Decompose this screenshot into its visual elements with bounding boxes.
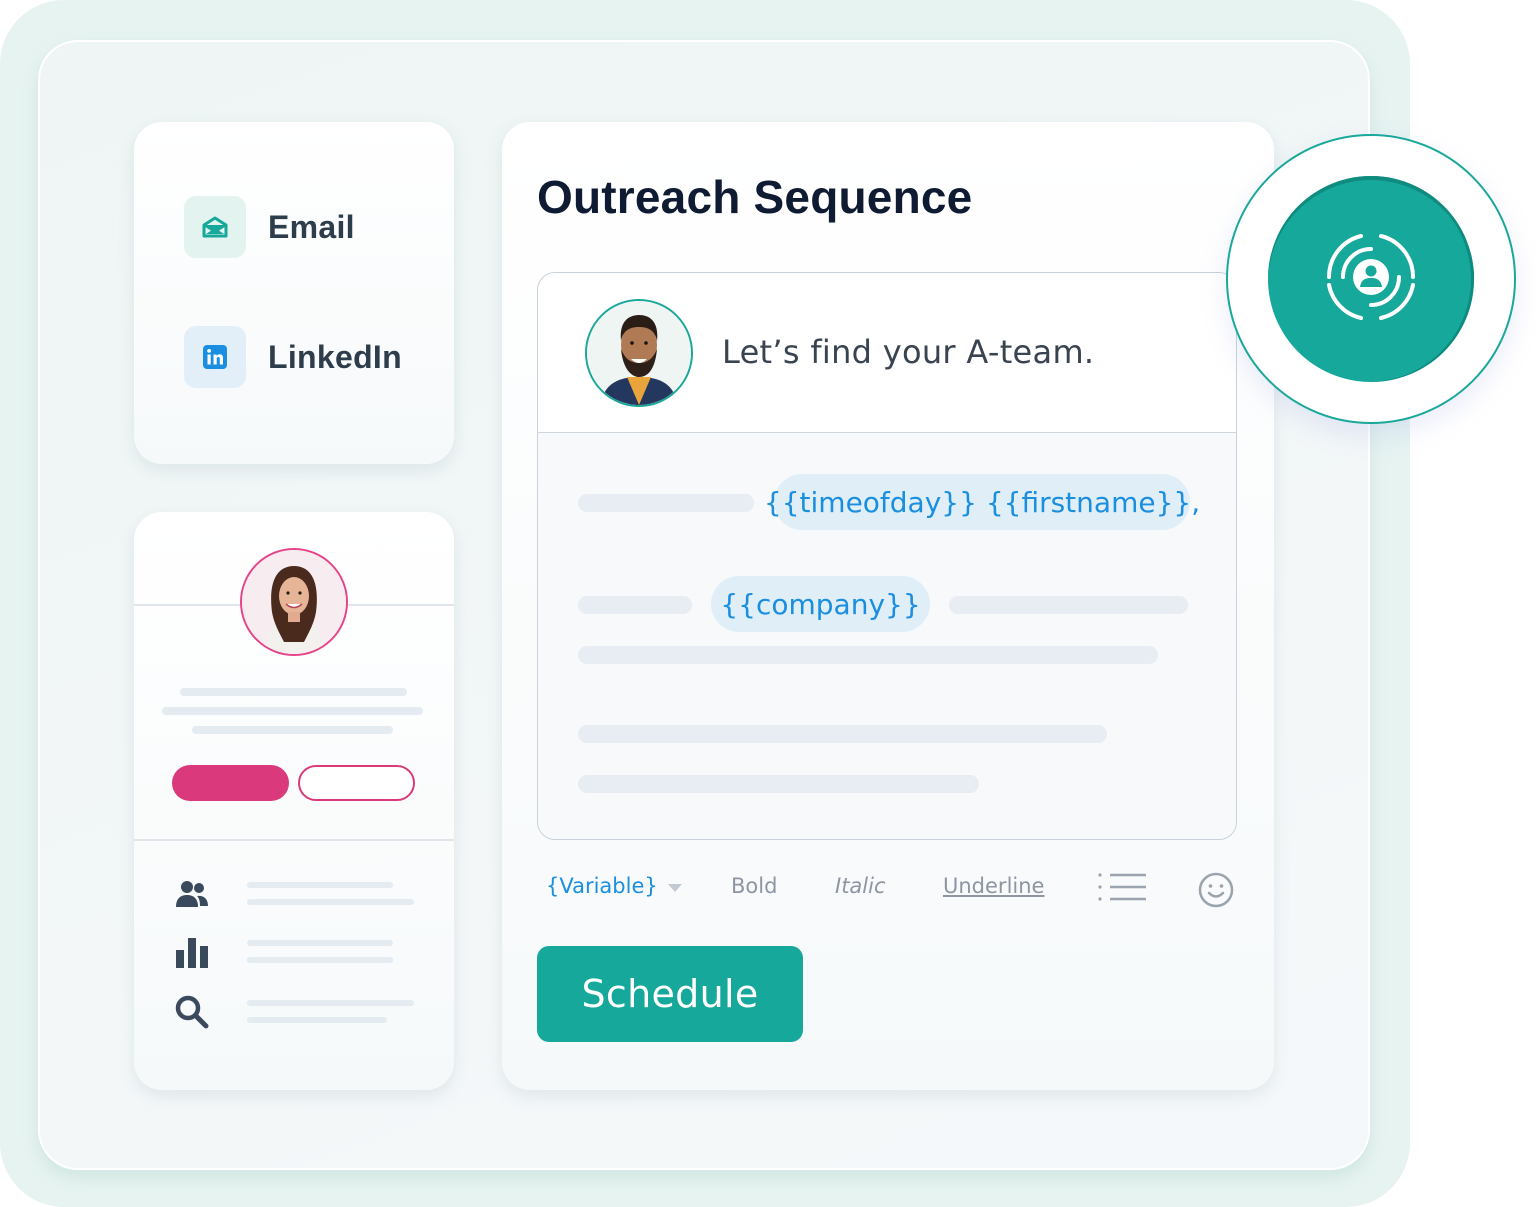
chevron-down-icon bbox=[667, 874, 682, 898]
italic-button[interactable]: Italic bbox=[835, 874, 886, 898]
text-placeholder bbox=[578, 775, 979, 793]
outreach-sequence-card: Outreach Sequence Let’s find your A-team… bbox=[502, 122, 1274, 1090]
message-editor[interactable]: Let’s find your A-team. {{timeofday}} {{… bbox=[537, 272, 1237, 840]
profile-divider-bottom bbox=[134, 839, 454, 841]
variable-chip-company[interactable]: {{company}} bbox=[711, 576, 930, 632]
schedule-button[interactable]: Schedule bbox=[537, 946, 803, 1042]
channel-email[interactable]: Email bbox=[184, 196, 355, 258]
bold-button[interactable]: Bold bbox=[731, 874, 777, 898]
variable-dropdown[interactable]: {Variable} bbox=[546, 874, 682, 898]
profile-company-placeholder bbox=[192, 726, 393, 734]
channels-card: Email LinkedIn bbox=[134, 122, 454, 464]
profile-name-placeholder bbox=[180, 688, 407, 696]
linkedin-icon bbox=[184, 326, 246, 388]
profile-card bbox=[134, 512, 454, 1090]
channel-email-label: Email bbox=[268, 208, 355, 245]
underline-button[interactable]: Underline bbox=[943, 874, 1044, 898]
people-icon bbox=[174, 876, 210, 912]
badge-core bbox=[1268, 176, 1474, 382]
variable-chip-greeting[interactable]: {{timeofday}} {{firstname}}, bbox=[764, 474, 1200, 530]
text-placeholder bbox=[949, 596, 1188, 614]
ai-badge bbox=[1226, 134, 1516, 424]
bar-chart-icon bbox=[174, 934, 210, 970]
profile-title-placeholder bbox=[162, 707, 423, 715]
channel-linkedin[interactable]: LinkedIn bbox=[184, 326, 402, 388]
chart-stat-detail-placeholder bbox=[247, 957, 393, 963]
message-greeting: Let’s find your A-team. bbox=[722, 333, 1095, 371]
list-icon[interactable] bbox=[1098, 872, 1146, 907]
text-placeholder bbox=[578, 596, 692, 614]
page-title: Outreach Sequence bbox=[537, 171, 973, 223]
woman-avatar bbox=[240, 548, 348, 656]
people-stat-placeholder bbox=[247, 882, 393, 888]
emoji-icon[interactable] bbox=[1198, 872, 1234, 913]
variable-dropdown-label: {Variable} bbox=[546, 874, 658, 898]
text-placeholder bbox=[578, 646, 1158, 664]
text-placeholder bbox=[578, 494, 754, 512]
people-stat-detail-placeholder bbox=[247, 899, 414, 905]
profile-primary-button[interactable] bbox=[172, 765, 289, 801]
message-body[interactable]: {{timeofday}} {{firstname}}, {{company}} bbox=[538, 433, 1236, 839]
search-stat-placeholder bbox=[247, 1000, 414, 1006]
search-stat-detail-placeholder bbox=[247, 1017, 387, 1023]
text-placeholder bbox=[578, 725, 1107, 743]
channel-linkedin-label: LinkedIn bbox=[268, 338, 402, 375]
profile-secondary-button[interactable] bbox=[298, 765, 415, 801]
target-user-icon bbox=[1309, 215, 1433, 344]
search-icon bbox=[174, 994, 210, 1030]
man-avatar bbox=[585, 299, 693, 407]
email-open-icon bbox=[184, 196, 246, 258]
message-header: Let’s find your A-team. bbox=[538, 273, 1236, 433]
chart-stat-placeholder bbox=[247, 940, 393, 946]
